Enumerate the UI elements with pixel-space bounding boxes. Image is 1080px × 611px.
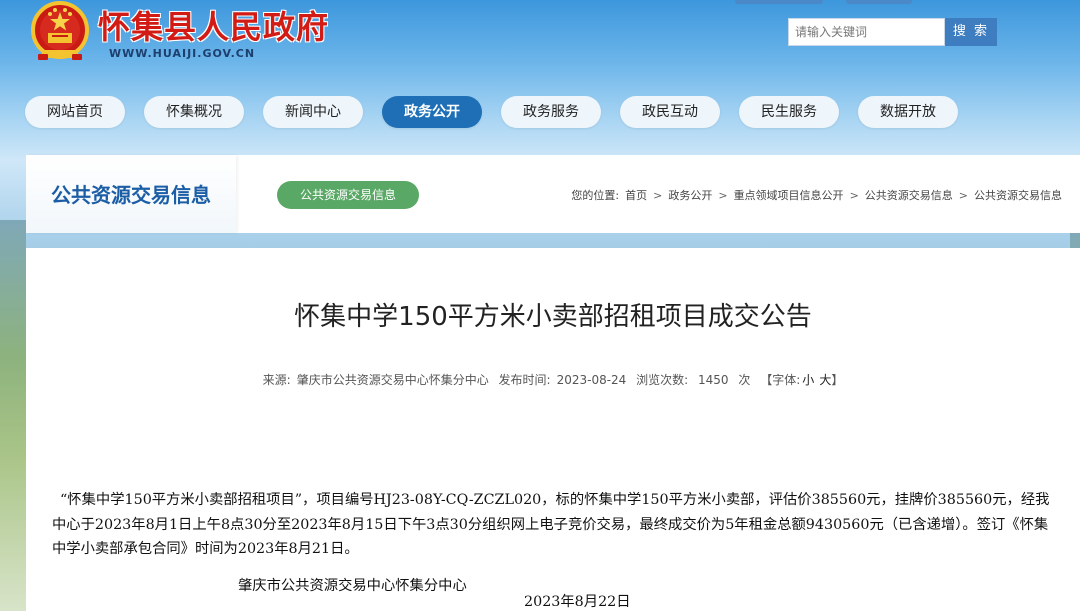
breadcrumb-item[interactable]: 政务公开 [668, 187, 712, 203]
font-large-link[interactable]: 大 [819, 373, 831, 387]
font-small-link[interactable]: 小 [802, 373, 814, 387]
nav-item-gov-affairs[interactable]: 政务公开 [382, 96, 482, 128]
views-label: 浏览次数: [636, 373, 689, 387]
nav-item-open-data[interactable]: 数据开放 [858, 96, 958, 128]
breadcrumb-item[interactable]: 首页 [625, 187, 647, 203]
article-meta: 来源: 肇庆市公共资源交易中心怀集分中心 发布时间: 2023-08-24 浏览次数… [26, 371, 1080, 388]
section-bar: 公共资源交易信息 公共资源交易信息 您的位置: 首页 > 政务公开 > 重点领域… [26, 155, 1080, 233]
site-header: 怀集县人民政府 WWW.HUAIJI.GOV.CN 搜 索 [0, 0, 1080, 90]
breadcrumb-item[interactable]: 公共资源交易信息 [865, 187, 953, 203]
breadcrumb-item[interactable]: 公共资源交易信息 [974, 187, 1062, 203]
source-label: 来源: [262, 373, 291, 387]
site-title: 怀集县人民政府 [98, 8, 330, 46]
breadcrumb-separator: > [718, 188, 728, 202]
views-value: 1450 [698, 373, 729, 387]
site-url: WWW.HUAIJI.GOV.CN [109, 47, 256, 60]
breadcrumb-separator: > [958, 188, 968, 202]
signature-date: 2023年8月22日 [524, 594, 631, 610]
article-body: “怀集中学150平方米小卖部招租项目”，项目编号HJ23-08Y-CQ-ZCZL… [52, 492, 1050, 557]
source-value: 肇庆市公共资源交易中心怀集分中心 [296, 373, 489, 387]
national-emblem-icon [31, 1, 89, 60]
nav-item-home[interactable]: 网站首页 [25, 96, 125, 128]
breadcrumb-separator: > [653, 188, 663, 202]
article-title: 怀集中学150平方米小卖部招租项目成交公告 [294, 302, 812, 332]
breadcrumb-prefix: 您的位置: [571, 189, 620, 202]
views-unit: 次 [738, 373, 751, 387]
section-title: 公共资源交易信息 [26, 155, 236, 233]
search-button[interactable]: 搜 索 [945, 18, 997, 46]
nav-item-livelihood[interactable]: 民生服务 [739, 96, 839, 128]
date-label: 发布时间: [498, 373, 551, 387]
nav-item-overview[interactable]: 怀集概况 [144, 96, 244, 128]
nav-item-news[interactable]: 新闻中心 [263, 96, 363, 128]
signature-org: 肇庆市公共资源交易中心怀集分中心 [238, 578, 467, 594]
nav-item-interaction[interactable]: 政民互动 [620, 96, 720, 128]
top-link-strip[interactable] [846, 0, 912, 4]
breadcrumb-separator: > [849, 188, 859, 202]
main-nav: 网站首页 怀集概况 新闻中心 政务公开 政务服务 政民互动 民生服务 数据开放 [0, 96, 1080, 128]
font-size-suffix: 】 [831, 373, 844, 387]
nav-item-gov-services[interactable]: 政务服务 [501, 96, 601, 128]
date-value: 2023-08-24 [556, 373, 627, 387]
search-input[interactable] [788, 18, 945, 46]
breadcrumb-item[interactable]: 重点领域项目信息公开 [734, 187, 844, 203]
top-link-strip[interactable] [735, 0, 823, 4]
background-landscape [0, 220, 26, 611]
font-size-prefix: 【字体: [760, 373, 801, 387]
section-tag-button[interactable]: 公共资源交易信息 [277, 181, 419, 209]
article-container: 怀集中学150平方米小卖部招租项目成交公告 来源: 肇庆市公共资源交易中心怀集分中… [26, 248, 1080, 611]
breadcrumb: 您的位置: 首页 > 政务公开 > 重点领域项目信息公开 > 公共资源交易信息 … [571, 187, 1062, 203]
